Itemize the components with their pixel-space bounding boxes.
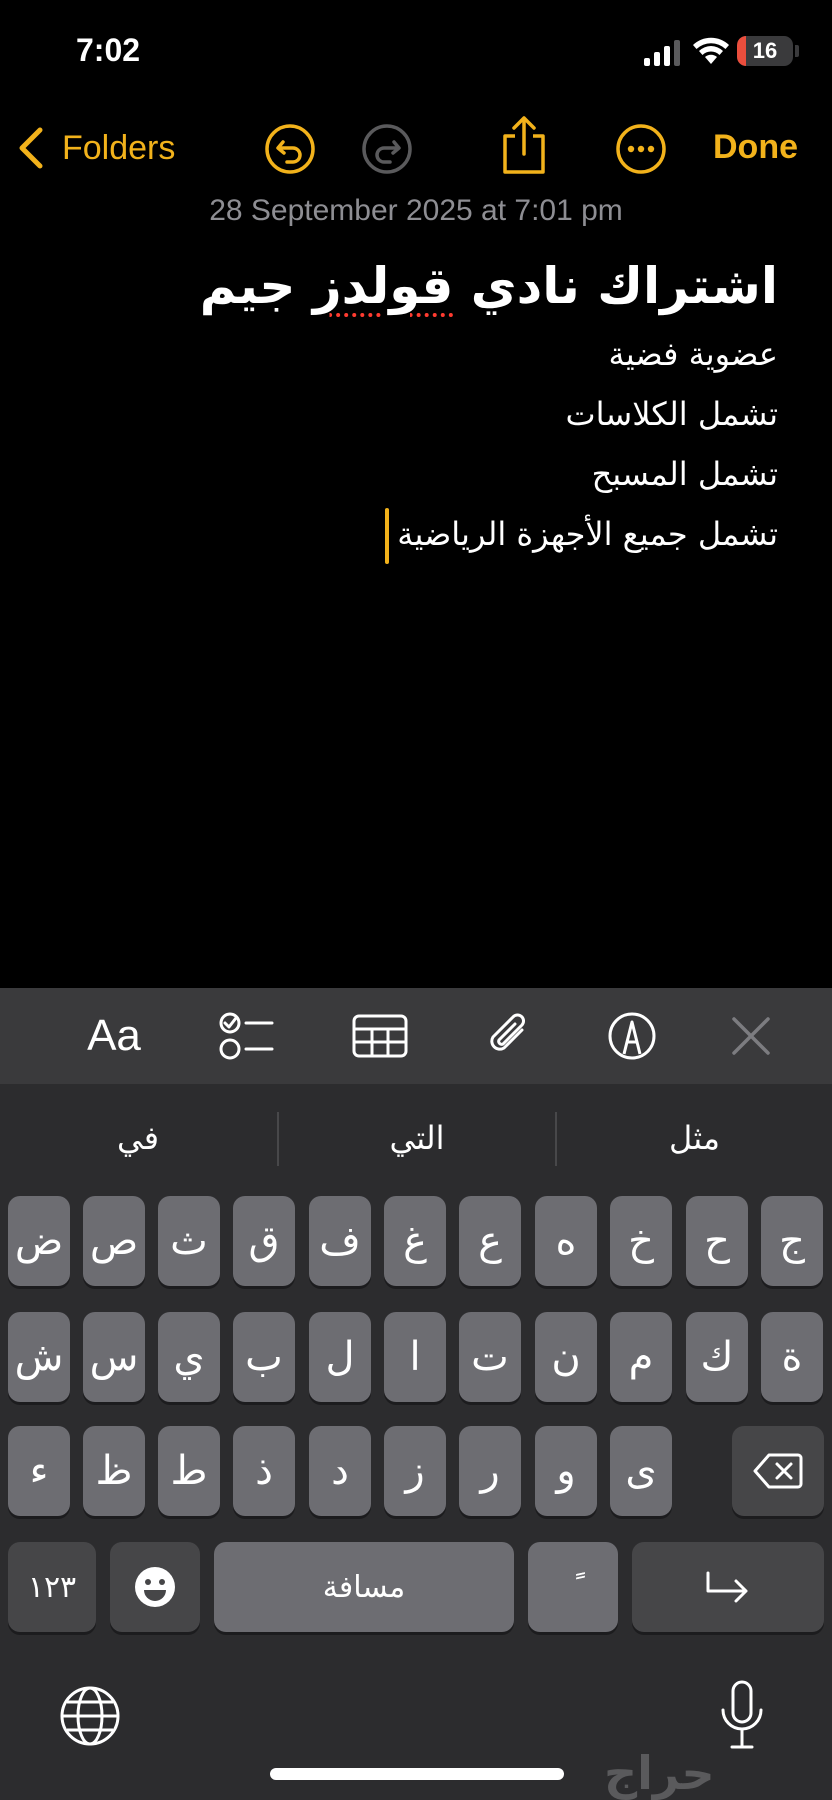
key[interactable]: ن: [535, 1312, 597, 1402]
home-indicator[interactable]: [270, 1768, 564, 1780]
note-title-part: اشتراك نادي: [453, 257, 778, 315]
key[interactable]: س: [83, 1312, 145, 1402]
key[interactable]: ء: [8, 1426, 70, 1516]
close-icon[interactable]: [730, 1002, 772, 1070]
share-icon[interactable]: [497, 114, 551, 176]
key[interactable]: خ: [610, 1196, 672, 1286]
key[interactable]: ط: [158, 1426, 220, 1516]
done-button[interactable]: Done: [713, 128, 798, 167]
emoji-key[interactable]: [110, 1542, 200, 1632]
key[interactable]: ص: [83, 1196, 145, 1286]
suggestion-item[interactable]: التي: [279, 1084, 555, 1192]
keyboard-toolbar: Aa: [0, 988, 832, 1084]
note-line-text: تشمل جميع الأجهزة الرياضية: [397, 515, 778, 553]
note-title-part: جيم: [199, 257, 313, 315]
battery-level: 16: [752, 38, 778, 63]
note-date: 28 September 2025 at 7:01 pm: [209, 194, 623, 227]
tanween-key[interactable]: ًً: [528, 1542, 618, 1632]
battery-nub: [795, 45, 799, 57]
watermark-logo: حراج: [604, 1746, 715, 1800]
key[interactable]: ة: [761, 1312, 823, 1402]
key[interactable]: ذ: [233, 1426, 295, 1516]
note-body[interactable]: اشتراك نادي قولدز جيم عضوية فضية تشمل ال…: [40, 248, 778, 564]
key[interactable]: ك: [686, 1312, 748, 1402]
key[interactable]: ي: [158, 1312, 220, 1402]
delete-icon: [753, 1453, 803, 1489]
key[interactable]: ر: [459, 1426, 521, 1516]
note-line[interactable]: تشمل الكلاسات: [40, 384, 778, 444]
key[interactable]: غ: [384, 1196, 446, 1286]
key[interactable]: و: [535, 1426, 597, 1516]
misspelled-word[interactable]: قولدز: [313, 257, 454, 315]
suggestion-bar: في التي مثل: [0, 1084, 832, 1192]
suggestion-item[interactable]: في: [0, 1084, 276, 1192]
note-line[interactable]: تشمل المسبح: [40, 444, 778, 504]
keyboard: في التي مثل ض ص ث ق ف غ ع ه خ ح ج ش س ي …: [0, 1084, 832, 1800]
key[interactable]: ح: [686, 1196, 748, 1286]
checklist-icon[interactable]: [218, 1002, 276, 1070]
key[interactable]: ش: [8, 1312, 70, 1402]
key[interactable]: ه: [535, 1196, 597, 1286]
table-icon[interactable]: [352, 1002, 408, 1070]
note-title[interactable]: اشتراك نادي قولدز جيم: [40, 248, 778, 324]
note-line[interactable]: عضوية فضية: [40, 324, 778, 384]
wifi-icon: [693, 37, 729, 64]
key[interactable]: ب: [233, 1312, 295, 1402]
return-icon: [706, 1571, 748, 1603]
space-key[interactable]: مسافة: [214, 1542, 514, 1632]
status-bar: 7:02 16: [0, 0, 832, 100]
key[interactable]: ع: [459, 1196, 521, 1286]
markup-icon[interactable]: [606, 1002, 658, 1070]
key[interactable]: م: [610, 1312, 672, 1402]
key[interactable]: ف: [309, 1196, 371, 1286]
key[interactable]: د: [309, 1426, 371, 1516]
undo-icon[interactable]: [263, 122, 317, 176]
delete-key[interactable]: [732, 1426, 824, 1516]
text-caret: [385, 508, 390, 564]
key[interactable]: ج: [761, 1196, 823, 1286]
globe-icon[interactable]: [58, 1684, 122, 1748]
nav-bar: Folders Done: [0, 110, 832, 186]
format-button[interactable]: Aa: [78, 1002, 150, 1070]
return-key[interactable]: [632, 1542, 824, 1632]
redo-icon[interactable]: [360, 122, 414, 176]
key[interactable]: ض: [8, 1196, 70, 1286]
more-icon[interactable]: [614, 122, 668, 176]
key[interactable]: ق: [233, 1196, 295, 1286]
emoji-icon: [135, 1567, 175, 1607]
back-button[interactable]: Folders: [16, 120, 175, 176]
key[interactable]: ل: [309, 1312, 371, 1402]
microphone-icon[interactable]: [718, 1680, 766, 1752]
key[interactable]: ا: [384, 1312, 446, 1402]
chevron-left-icon: [19, 127, 43, 169]
back-button-label: Folders: [62, 128, 176, 167]
numbers-key[interactable]: ١٢٣: [8, 1542, 96, 1632]
note-line-active[interactable]: تشمل جميع الأجهزة الرياضية: [40, 504, 778, 564]
battery-indicator: 16: [737, 36, 793, 66]
key[interactable]: ث: [158, 1196, 220, 1286]
key[interactable]: ظ: [83, 1426, 145, 1516]
status-time: 7:02: [76, 32, 141, 68]
key[interactable]: ت: [459, 1312, 521, 1402]
key[interactable]: ى: [610, 1426, 672, 1516]
suggestion-item[interactable]: مثل: [557, 1084, 832, 1192]
cellular-signal-icon: [644, 40, 680, 66]
attachment-icon[interactable]: [482, 1002, 534, 1070]
key[interactable]: ز: [384, 1426, 446, 1516]
